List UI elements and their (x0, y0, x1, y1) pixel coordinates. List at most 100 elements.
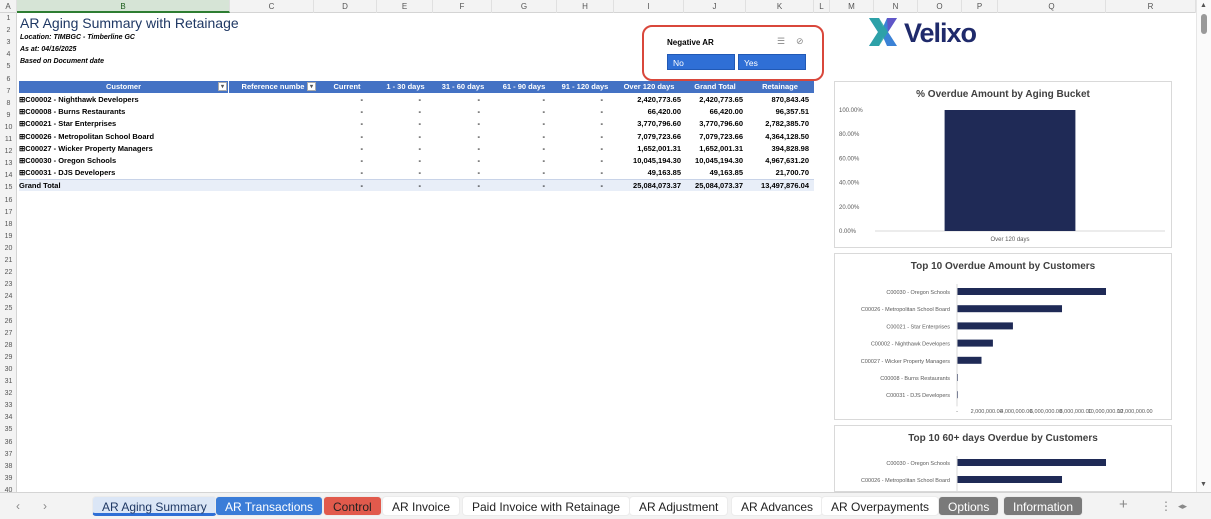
row-header-33[interactable]: 33 (0, 400, 17, 412)
row-header-10[interactable]: 10 (0, 122, 17, 134)
row-header-1[interactable]: 1 (0, 13, 17, 25)
row-header-37[interactable]: 37 (0, 449, 17, 461)
row-header-2[interactable]: 2 (0, 25, 17, 37)
table-row[interactable]: ⊞C00031 - DJS Developers - - - - - 49,163.85 49… (19, 167, 814, 179)
column-header-b[interactable]: B (17, 0, 230, 13)
column-header-m[interactable]: M (830, 0, 874, 13)
table-row[interactable]: ⊞C00021 - Star Enterprises - - - - - 3,770,796… (19, 118, 814, 130)
row-header-26[interactable]: 26 (0, 316, 17, 328)
column-header-r[interactable]: R (1106, 0, 1196, 13)
column-header-o[interactable]: O (918, 0, 962, 13)
row-header-19[interactable]: 19 (0, 231, 17, 243)
table-row[interactable]: ⊞C00008 - Burns Restaurants - - - - - 66,420.0… (19, 106, 814, 118)
row-header-24[interactable]: 24 (0, 291, 17, 303)
row-header-17[interactable]: 17 (0, 207, 17, 219)
row-header-23[interactable]: 23 (0, 279, 17, 291)
customer-cell[interactable]: ⊞C00027 - Wicker Property Managers (19, 143, 153, 155)
column-header-h[interactable]: H (557, 0, 614, 13)
chart-card-top10-overdue[interactable]: Top 10 Overdue Amount by Customers C0003… (834, 253, 1172, 420)
bar[interactable] (957, 339, 993, 347)
column-header-n[interactable]: N (874, 0, 918, 13)
add-sheet-icon[interactable]: + (1119, 496, 1128, 513)
row-header-9[interactable]: 9 (0, 110, 17, 122)
tab-scroll-icon[interactable]: ◂▸ (1178, 501, 1187, 512)
sheet-tab[interactable]: AR Aging Summary (92, 496, 217, 516)
filter-dropdown-icon[interactable]: ▾ (218, 82, 227, 91)
table-row[interactable]: ⊞C00002 - Nighthawk Developers - - - - - 2,420… (19, 94, 814, 106)
row-header-20[interactable]: 20 (0, 243, 17, 255)
row-header-14[interactable]: 14 (0, 170, 17, 182)
row-header-38[interactable]: 38 (0, 461, 17, 473)
sheet-tab[interactable]: AR Invoice (382, 496, 461, 516)
table-row[interactable]: ⊞C00030 - Oregon Schools - - - - - 10,045,194.… (19, 155, 814, 167)
row-header-25[interactable]: 25 (0, 303, 17, 315)
clear-filter-icon[interactable]: ⊘ (796, 36, 804, 47)
row-header-36[interactable]: 36 (0, 437, 17, 449)
customer-cell[interactable]: ⊞C00008 - Burns Restaurants (19, 106, 125, 118)
customer-cell[interactable]: ⊞C00002 - Nighthawk Developers (19, 94, 139, 106)
column-header-d[interactable]: D (314, 0, 377, 13)
column-header-f[interactable]: F (433, 0, 492, 13)
column-header-a[interactable]: A (0, 0, 17, 13)
row-header-8[interactable]: 8 (0, 98, 17, 110)
chart-card-aging-bucket[interactable]: % Overdue Amount by Aging Bucket 100.00%… (834, 81, 1172, 248)
row-header-6[interactable]: 6 (0, 74, 17, 86)
scroll-thumb[interactable] (1201, 14, 1207, 34)
column-header-q[interactable]: Q (998, 0, 1106, 13)
row-header-4[interactable]: 4 (0, 49, 17, 61)
slicer-option-yes[interactable]: Yes (738, 54, 806, 70)
customer-cell[interactable]: ⊞C00031 - DJS Developers (19, 167, 115, 179)
row-header-18[interactable]: 18 (0, 219, 17, 231)
sheet-tab[interactable]: Control (323, 496, 382, 516)
row-header-29[interactable]: 29 (0, 352, 17, 364)
bar[interactable] (944, 110, 1076, 231)
row-header-16[interactable]: 16 (0, 195, 17, 207)
table-row[interactable]: ⊞C00026 - Metropolitan School Board - - - - -… (19, 131, 814, 143)
row-header-13[interactable]: 13 (0, 158, 17, 170)
row-header-28[interactable]: 28 (0, 340, 17, 352)
row-header-30[interactable]: 30 (0, 364, 17, 376)
next-sheet-icon[interactable]: › (43, 499, 47, 513)
bar[interactable] (957, 459, 1107, 466)
row-header-27[interactable]: 27 (0, 328, 17, 340)
column-header-i[interactable]: I (614, 0, 684, 13)
sheet-tab[interactable]: AR Overpayments (821, 496, 940, 516)
table-row[interactable]: ⊞C00027 - Wicker Property Managers - - - - - 1… (19, 143, 814, 155)
row-header-31[interactable]: 31 (0, 376, 17, 388)
customer-cell[interactable]: ⊞C00021 - Star Enterprises (19, 118, 116, 130)
grand-total-row[interactable]: Grand Total - - - - - 25,084,073.37 25,084,073.… (19, 179, 814, 192)
slicer-option-no[interactable]: No (667, 54, 735, 70)
column-header-e[interactable]: E (377, 0, 433, 13)
row-header-7[interactable]: 7 (0, 86, 17, 98)
scroll-down-icon[interactable]: ▼ (1200, 481, 1207, 488)
column-header-k[interactable]: K (746, 0, 814, 13)
column-header-c[interactable]: C (230, 0, 314, 13)
sheet-tab[interactable]: Options (938, 496, 1000, 516)
more-sheets-icon[interactable]: ⋮ (1160, 499, 1172, 513)
sheet-tab[interactable]: Paid Invoice with Retainage (462, 496, 631, 516)
row-header-12[interactable]: 12 (0, 146, 17, 158)
sheet-tab[interactable]: Information (1003, 496, 1084, 516)
column-header-l[interactable]: L (814, 0, 830, 13)
row-header-39[interactable]: 39 (0, 473, 17, 485)
vertical-scrollbar[interactable]: ▲ ▼ (1196, 0, 1211, 492)
multi-select-icon[interactable]: ☰ (777, 36, 785, 47)
sheet-tab[interactable]: AR Adjustment (629, 496, 729, 516)
customer-cell[interactable]: ⊞C00030 - Oregon Schools (19, 155, 116, 167)
row-header-3[interactable]: 3 (0, 37, 17, 49)
row-header-5[interactable]: 5 (0, 61, 17, 73)
column-header-g[interactable]: G (492, 0, 557, 13)
bar[interactable] (957, 305, 1063, 313)
negative-ar-slicer[interactable]: Negative AR ☰ ⊘ No Yes (642, 25, 824, 81)
customer-cell[interactable]: Grand Total (19, 180, 61, 192)
column-header-p[interactable]: P (962, 0, 998, 13)
row-header-32[interactable]: 32 (0, 388, 17, 400)
scroll-up-icon[interactable]: ▲ (1200, 2, 1207, 9)
bar[interactable] (957, 288, 1107, 295)
row-header-35[interactable]: 35 (0, 424, 17, 436)
bar[interactable] (957, 322, 1013, 330)
row-header-11[interactable]: 11 (0, 134, 17, 146)
column-header-j[interactable]: J (684, 0, 746, 13)
customer-cell[interactable]: ⊞C00026 - Metropolitan School Board (19, 131, 154, 143)
row-header-34[interactable]: 34 (0, 412, 17, 424)
